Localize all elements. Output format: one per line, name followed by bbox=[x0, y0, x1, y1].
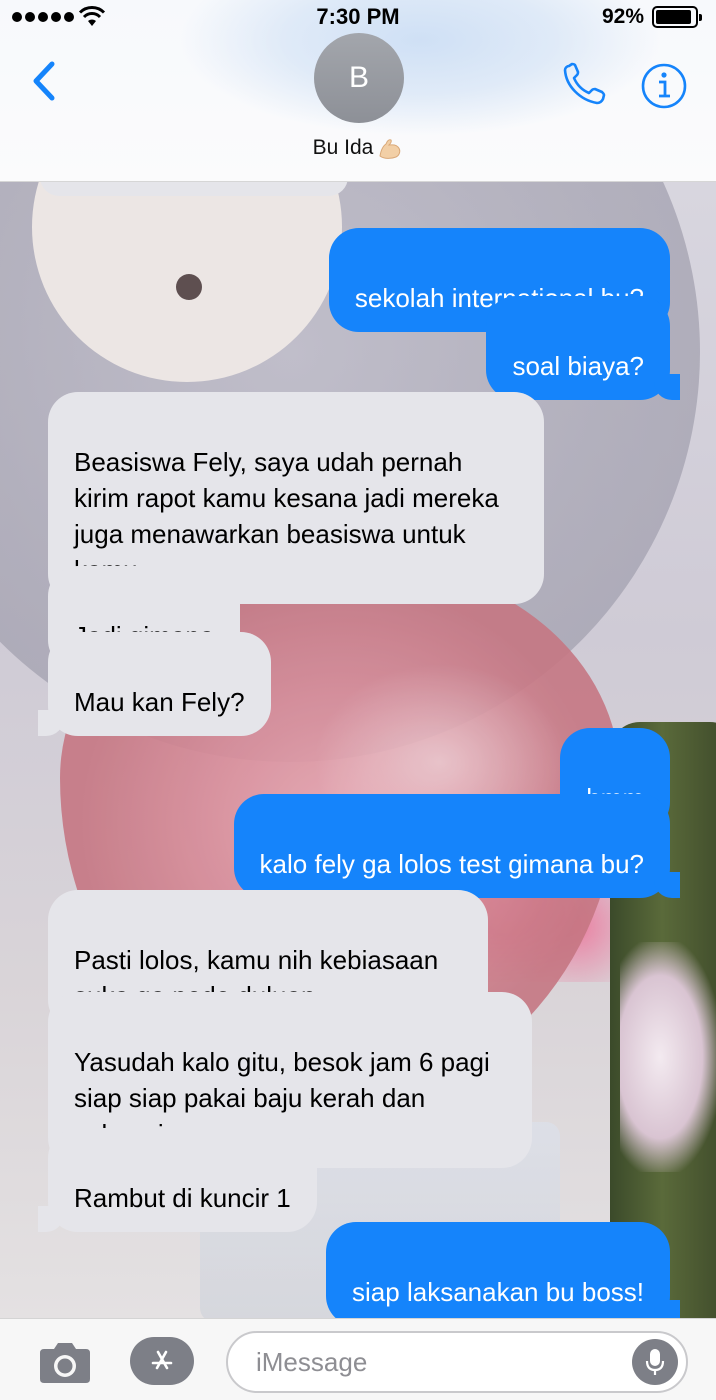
contact-name-row[interactable]: Bu Ida bbox=[0, 136, 716, 160]
app-store-icon[interactable] bbox=[130, 1337, 194, 1385]
message-text: siap laksanakan bu boss! bbox=[352, 1277, 644, 1307]
battery-icon bbox=[652, 6, 702, 28]
app-store-glyph bbox=[151, 1350, 173, 1370]
signal-indicator bbox=[12, 6, 106, 28]
status-bar: 7:30 PM 92% bbox=[0, 0, 716, 34]
info-icon[interactable] bbox=[640, 62, 688, 110]
imessage-input[interactable] bbox=[226, 1331, 688, 1393]
camera-icon[interactable] bbox=[36, 1339, 94, 1387]
microphone-glyph bbox=[645, 1349, 665, 1375]
outgoing-message[interactable]: siap laksanakan bu boss! bbox=[326, 1222, 680, 1326]
message-composer bbox=[0, 1318, 716, 1400]
message-text: Mau kan Fely? bbox=[74, 687, 245, 717]
back-chevron-icon[interactable] bbox=[24, 56, 64, 106]
message-list[interactable]: sekolah international bu? soal biaya? Be… bbox=[0, 158, 716, 1326]
battery-indicator: 92% bbox=[601, 5, 702, 29]
battery-level-fill bbox=[656, 10, 691, 24]
cellular-signal-icon bbox=[12, 12, 74, 22]
avatar-initial: B bbox=[348, 61, 369, 94]
message-text: soal biaya? bbox=[512, 351, 644, 381]
incoming-message[interactable]: Mau kan Fely? bbox=[38, 632, 271, 736]
wifi-icon bbox=[78, 6, 106, 26]
message-text: Beasiswa Fely, saya udah pernah kirim ra… bbox=[74, 447, 499, 585]
microphone-icon[interactable] bbox=[632, 1339, 678, 1385]
outgoing-message[interactable]: kalo fely ga lolos test gimana bu? bbox=[233, 794, 681, 898]
outgoing-message[interactable]: soal biaya? bbox=[486, 296, 680, 400]
message-text: kalo fely ga lolos test gimana bu? bbox=[259, 849, 644, 879]
phone-icon[interactable] bbox=[560, 60, 610, 108]
message-text: Rambut di kuncir 1 bbox=[74, 1183, 291, 1213]
incoming-message[interactable]: Rambut di kuncir 1 bbox=[38, 1128, 317, 1232]
contact-avatar[interactable]: B bbox=[314, 33, 404, 123]
battery-percent: 92% bbox=[601, 5, 644, 28]
contact-name: Bu Ida bbox=[312, 136, 374, 159]
flexed-biceps-icon bbox=[379, 139, 401, 159]
